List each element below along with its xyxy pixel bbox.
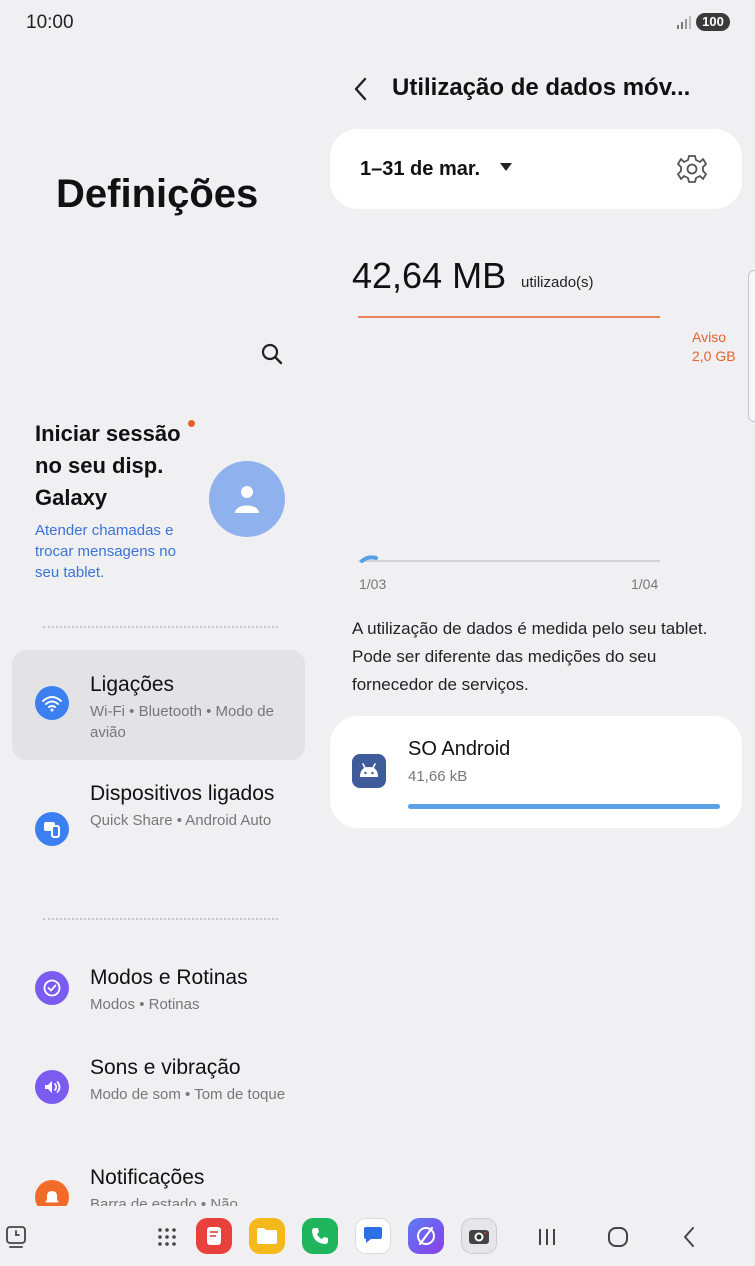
back-button[interactable]: [346, 74, 376, 104]
divider: [43, 626, 278, 628]
account-subtitle: Atender chamadas e trocar mensagens no s…: [35, 522, 176, 581]
billing-cycle-card: 1–31 de mar.: [330, 129, 742, 209]
menu-item-subtitle: Quick Share • Android Auto: [90, 812, 272, 829]
panel-resize-handle[interactable]: [748, 270, 755, 422]
check-circle-icon: [35, 971, 69, 1005]
avatar[interactable]: [209, 461, 285, 537]
menu-item-subtitle: Modo de som • Tom de toque: [90, 1086, 286, 1103]
settings-title: Definições: [56, 172, 259, 216]
camera-app-icon[interactable]: [461, 1218, 497, 1254]
bell-icon: [35, 1180, 69, 1206]
menu-item-title: Notificações: [90, 1166, 205, 1189]
warning-limit: Aviso 2,0 GB: [692, 328, 736, 366]
status-time: 10:00: [26, 12, 74, 33]
menu-clip: Notificações Barra de estado • Não: [0, 1150, 320, 1206]
menu-item-subtitle: Modos • Rotinas: [90, 996, 200, 1013]
settings-button[interactable]: [674, 151, 710, 187]
home-button[interactable]: [603, 1222, 633, 1252]
usage-info-text: A utilização de dados é medida pelo seu …: [352, 619, 708, 694]
nav-back-button[interactable]: [674, 1222, 704, 1252]
devices-icon: [35, 812, 69, 846]
menu-item-title: Sons e vibração: [90, 1056, 241, 1079]
menu-item-connected-devices[interactable]: Dispositivos ligados Quick Share • Andro…: [12, 770, 305, 890]
app-data-size: 41,66 kB: [408, 768, 468, 785]
messages-app-icon[interactable]: [355, 1218, 391, 1254]
browser-app-icon[interactable]: [408, 1218, 444, 1254]
warning-value: 2,0 GB: [692, 348, 736, 364]
usage-amount: 42,64 MB: [352, 255, 507, 296]
menu-item-subtitle: Barra de estado • Não: [90, 1196, 238, 1206]
speaker-icon: [35, 1070, 69, 1104]
wifi-icon: [35, 686, 69, 720]
app-usage-bar: [408, 804, 720, 809]
app-drawer-button[interactable]: [152, 1222, 182, 1252]
period-dropdown[interactable]: 1–31 de mar.: [360, 158, 480, 181]
menu-item-title: Ligações: [90, 673, 175, 696]
menu-item-sounds-vibration[interactable]: Sons e vibração Modo de som • Tom de toq…: [12, 1040, 305, 1136]
divider: [43, 918, 278, 920]
page-title: Utilização de dados móv...: [392, 74, 691, 101]
recent-apps-icon: [539, 1229, 555, 1245]
chevron-left-icon: [354, 77, 367, 101]
warning-label: Aviso: [692, 329, 726, 345]
back-arrow-icon: [684, 1227, 694, 1247]
app-usage-item[interactable]: SO Android 41,66 kB: [330, 716, 742, 828]
recents-app-button[interactable]: [2, 1222, 32, 1252]
notification-dot: [188, 420, 195, 427]
signal-icon: [676, 15, 692, 34]
app-name: SO Android: [408, 738, 511, 760]
home-icon: [608, 1227, 628, 1247]
app-drawer-icon: [158, 1228, 176, 1246]
recent-apps-button[interactable]: [532, 1222, 562, 1252]
menu-item-title: Modos e Rotinas: [90, 966, 248, 989]
person-icon: [235, 486, 259, 513]
battery-indicator: 100: [696, 13, 730, 31]
gear-icon: [677, 155, 707, 183]
account-title: Iniciar sessão no seu disp. Galaxy: [35, 421, 181, 510]
recents-app-icon: [6, 1226, 26, 1248]
search-button[interactable]: [256, 338, 288, 370]
status-bar: 10:00 100: [0, 0, 755, 44]
x-axis-end-label: 1/04: [631, 576, 659, 592]
app-usage-bar-fill: [408, 804, 720, 809]
menu-item-notifications[interactable]: Notificações Barra de estado • Não: [12, 1150, 305, 1206]
notes-app-icon[interactable]: [196, 1218, 232, 1254]
search-icon: [261, 343, 283, 365]
menu-item-subtitle: Wi-Fi • Bluetooth • Modo de avião: [90, 703, 274, 741]
files-app-icon[interactable]: [249, 1218, 285, 1254]
usage-chart[interactable]: [340, 300, 670, 580]
x-axis-start-label: 1/03: [359, 576, 387, 592]
menu-item-title: Dispositivos ligados: [90, 782, 275, 805]
phone-app-icon[interactable]: [302, 1218, 338, 1254]
menu-item-connections[interactable]: Ligações Wi-Fi • Bluetooth • Modo de avi…: [12, 650, 305, 760]
caret-down-icon[interactable]: [500, 163, 512, 171]
samsung-account-card[interactable]: Iniciar sessão no seu disp. Galaxy Atend…: [35, 418, 305, 588]
menu-item-modes-routines[interactable]: Modos e Rotinas Modos • Rotinas: [12, 950, 305, 1026]
usage-unit: utilizado(s): [521, 274, 594, 291]
android-icon: [352, 754, 386, 788]
